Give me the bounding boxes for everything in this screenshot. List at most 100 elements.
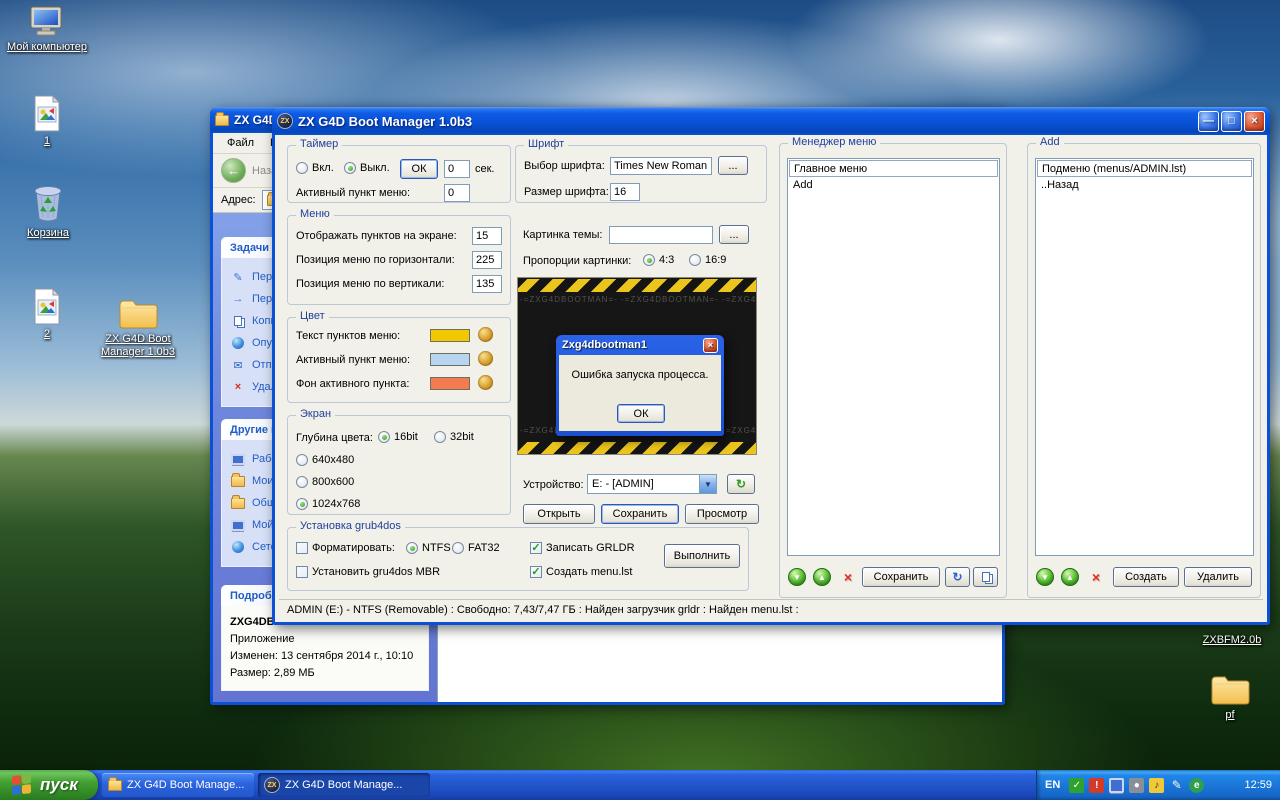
folder-icon — [230, 472, 246, 487]
delete-item-button[interactable]: × — [839, 568, 857, 586]
res-640-radio[interactable]: 640x480 — [296, 454, 354, 466]
create-button[interactable]: Создать — [1113, 567, 1179, 587]
language-indicator[interactable]: EN — [1045, 779, 1060, 791]
aspect-169-radio[interactable]: 16:9 — [689, 254, 726, 266]
folder-icon — [230, 494, 246, 509]
manager-save-button[interactable]: Сохранить — [862, 567, 940, 587]
palette-icon[interactable] — [478, 327, 493, 342]
timer-on-radio[interactable]: Вкл. — [296, 162, 334, 174]
timer-ok-button[interactable]: ОК — [400, 159, 438, 179]
font-browse-button[interactable]: ... — [718, 156, 748, 175]
ntfs-radio[interactable]: NTFS — [406, 542, 451, 554]
save-button[interactable]: Сохранить — [601, 504, 679, 524]
list-item[interactable]: Add — [789, 177, 998, 194]
timer-off-radio[interactable]: Выкл. — [344, 162, 390, 174]
back-icon[interactable]: ← — [221, 158, 246, 183]
desktop-icon-pf-folder[interactable]: pf — [1202, 672, 1258, 722]
view-button[interactable]: Просмотр — [685, 504, 759, 524]
delete-item-button[interactable]: × — [1087, 568, 1105, 586]
font-size-input[interactable]: 16 — [610, 183, 640, 201]
list-item[interactable]: Главное меню — [789, 160, 998, 177]
font-group: Шрифт Выбор шрифта: Times New Roman ... … — [515, 138, 767, 203]
timer-seconds-input[interactable]: 0 — [444, 160, 470, 178]
menu-x-input[interactable]: 225 — [472, 251, 502, 269]
fat32-radio[interactable]: FAT32 — [452, 542, 500, 554]
error-ok-button[interactable]: ОК — [617, 404, 665, 423]
theme-picture-label: Картинка темы: — [523, 229, 603, 241]
run-button[interactable]: Выполнить — [664, 544, 740, 568]
taskbar-task-app[interactable]: ZX ZX G4D Boot Manage... — [258, 773, 430, 797]
theme-picture-input[interactable] — [609, 226, 713, 244]
status-bar: ADMIN (E:) - NTFS (Removable) : Свободно… — [279, 599, 1263, 619]
palette-icon[interactable] — [478, 375, 493, 390]
res-800-radio[interactable]: 800x600 — [296, 476, 354, 488]
desktop-icon-my-computer[interactable]: Мой компьютер — [4, 5, 90, 54]
tray-volume-icon[interactable]: ♪ — [1149, 777, 1165, 793]
rename-icon: ✎ — [233, 271, 243, 284]
items-on-screen-input[interactable]: 15 — [472, 227, 502, 245]
write-grldr-checkbox[interactable]: Записать GRLDR — [530, 542, 635, 554]
close-button[interactable]: × — [1244, 110, 1265, 132]
move-down-button[interactable]: ▼ — [1036, 568, 1054, 586]
menu-y-input[interactable]: 135 — [472, 275, 502, 293]
list-item[interactable]: Подменю (menus/ADMIN.lst) — [1037, 160, 1252, 177]
app-titlebar[interactable]: ZX ZX G4D Boot Manager 1.0b3 — □ × — [272, 107, 1270, 135]
device-combo[interactable]: E: - [ADMIN] ▼ — [587, 474, 717, 494]
error-dialog: Zxg4dbootman1 × Ошибка запуска процесса.… — [556, 335, 724, 436]
font-name-input[interactable]: Times New Roman — [610, 157, 712, 175]
start-button[interactable]: пуск — [0, 770, 98, 800]
tray-device-icon[interactable]: ● — [1129, 777, 1145, 793]
refresh-icon-button[interactable]: ↻ — [945, 567, 970, 587]
tray-alert-icon[interactable]: ! — [1089, 777, 1105, 793]
tray-shield-icon[interactable]: ✓ — [1069, 777, 1085, 793]
depth-16bit-radio[interactable]: 16bit — [378, 431, 418, 443]
res-1024-radio[interactable]: 1024x768 — [296, 498, 360, 510]
export-icon-button[interactable] — [973, 567, 998, 587]
aspect-43-radio[interactable]: 4:3 — [643, 254, 674, 266]
menu-x-label: Позиция меню по горизонтали: — [296, 254, 455, 266]
taskbar-task-explorer[interactable]: ZX G4D Boot Manage... — [102, 773, 254, 797]
minimize-button[interactable]: — — [1198, 110, 1219, 132]
tray-display-icon[interactable] — [1109, 777, 1125, 793]
desktop-icon-zxbfm-label[interactable]: ZXBFM2.0b — [1192, 631, 1272, 647]
open-button[interactable]: Открыть — [523, 504, 595, 524]
delete-button[interactable]: Удалить — [1184, 567, 1252, 587]
maximize-button[interactable]: □ — [1221, 110, 1242, 132]
device-refresh-button[interactable]: ↻ — [727, 474, 755, 494]
desktop-icon-zx-folder[interactable]: ZX G4D Boot Manager 1.0b3 — [92, 296, 184, 359]
add-list[interactable]: Подменю (menus/ADMIN.lst) ..Назад — [1035, 158, 1254, 556]
clock[interactable]: 12:59 — [1244, 779, 1272, 791]
font-group-caption: Шрифт — [524, 138, 569, 150]
tray-e-icon[interactable]: e — [1189, 777, 1205, 793]
format-checkbox[interactable]: Форматировать: — [296, 542, 395, 554]
picture-browse-button[interactable]: ... — [719, 225, 749, 244]
bg-color-swatch[interactable] — [430, 377, 470, 390]
font-size-label: Размер шрифта: — [524, 186, 609, 198]
menu-manager-list[interactable]: Главное меню Add — [787, 158, 1000, 556]
menu-file[interactable]: Файл — [219, 135, 262, 151]
screen-group-caption: Экран — [296, 408, 336, 420]
theme-preview: -=ZXG4DBOOTMAN=- -=ZXG4DBOOTMAN=- -=ZXG4… — [517, 277, 757, 455]
install-mbr-checkbox[interactable]: Установить gru4dos MBR — [296, 566, 440, 578]
close-button[interactable]: × — [703, 337, 718, 353]
desktop-icon-image-2[interactable]: 2 — [12, 288, 82, 341]
error-dialog-body: Ошибка запуска процесса. ОК — [559, 355, 721, 431]
items-on-screen-label: Отображать пунктов на экране: — [296, 230, 457, 242]
move-up-button[interactable]: ▲ — [1061, 568, 1079, 586]
move-down-button[interactable]: ▼ — [788, 568, 806, 586]
add-group: Add Подменю (menus/ADMIN.lst) ..Назад ▼ … — [1027, 136, 1261, 598]
move-up-button[interactable]: ▲ — [813, 568, 831, 586]
text-color-swatch[interactable] — [430, 329, 470, 342]
error-dialog-titlebar[interactable]: Zxg4dbootman1 × — [559, 335, 721, 355]
active-color-swatch[interactable] — [430, 353, 470, 366]
create-menulst-checkbox[interactable]: Создать menu.lst — [530, 566, 632, 578]
tray-pencil-icon[interactable]: ✎ — [1169, 778, 1184, 793]
active-item-input[interactable]: 0 — [444, 184, 470, 202]
bg-color-label: Фон активного пункта: — [296, 378, 410, 390]
desktop-icon-recycle-bin[interactable]: Корзина — [8, 182, 88, 240]
palette-icon[interactable] — [478, 351, 493, 366]
desktop-icon-image-1[interactable]: 1 — [12, 95, 82, 148]
depth-32bit-radio[interactable]: 32bit — [434, 431, 474, 443]
chevron-down-icon[interactable]: ▼ — [699, 475, 716, 493]
list-item[interactable]: ..Назад — [1037, 177, 1252, 194]
